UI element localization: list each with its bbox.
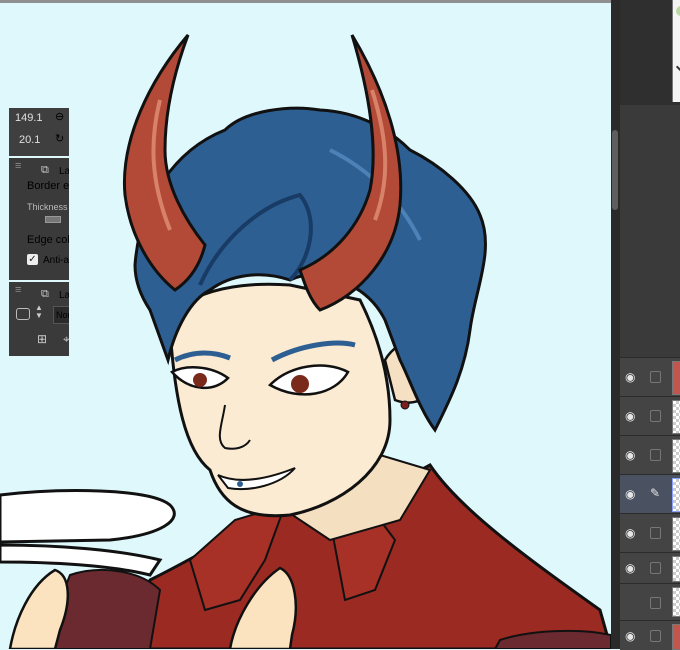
layer-row[interactable]: ◉ xyxy=(620,435,680,474)
artwork xyxy=(0,34,611,649)
pen-icon: ✎ xyxy=(650,486,661,500)
layer-thumbnail xyxy=(672,624,680,650)
lock-icon[interactable] xyxy=(650,562,661,574)
layer-row[interactable]: ◉ xyxy=(620,552,680,583)
panel-scrollbar[interactable] xyxy=(611,0,620,649)
panel-scrollbar-thumb[interactable] xyxy=(612,130,618,210)
pin-icon[interactable]: ⌖ xyxy=(63,332,69,347)
layers-icon: ⧉ xyxy=(41,288,49,300)
preview-sketch xyxy=(676,6,680,16)
layer-property-title: La xyxy=(59,166,69,177)
layer-row[interactable]: ◉ xyxy=(620,513,680,552)
lock-icon[interactable] xyxy=(650,449,661,461)
chevron-down-icon xyxy=(675,59,680,75)
earring xyxy=(400,400,410,410)
eye-icon[interactable]: ◉ xyxy=(625,487,639,501)
grip-icon[interactable]: ≡ xyxy=(15,161,25,172)
rotate-icon[interactable]: ↻ xyxy=(55,132,64,145)
anti-alias-checkbox[interactable]: ✓ xyxy=(27,254,38,265)
eye-icon[interactable]: ◉ xyxy=(625,629,639,643)
layers-panel-header: ≡ ⧉ La ▲▼ Norm ⊞ ⌖ xyxy=(9,282,69,356)
eye-icon[interactable]: ◉ xyxy=(625,561,639,575)
brush-controls: 149.1 ⊖ 20.1 ↻ xyxy=(9,108,69,156)
layer-thumbnail xyxy=(672,587,680,617)
blend-stepper[interactable]: ▲ ▼ xyxy=(35,304,43,320)
layer-row[interactable]: ◉ xyxy=(620,357,680,396)
layer-row-selected[interactable]: ◉ ✎ xyxy=(620,474,680,513)
lip-piercing xyxy=(237,481,243,487)
lock-icon[interactable] xyxy=(650,371,661,383)
layer-thumbnail xyxy=(672,478,680,512)
layer-row[interactable]: ◉ xyxy=(620,396,680,435)
drawing-canvas[interactable] xyxy=(0,0,611,649)
left-hand xyxy=(8,568,70,649)
border-effect-label: Border ef xyxy=(27,180,69,192)
blend-mode-select[interactable]: Norm xyxy=(53,306,69,324)
layer-thumbnail xyxy=(672,517,680,551)
layer-thumbnail xyxy=(672,361,680,395)
thickness-label: Thickness o xyxy=(27,202,69,212)
navigator-panel xyxy=(620,0,680,105)
layer-thumbnail xyxy=(672,556,680,582)
eye-icon[interactable]: ◉ xyxy=(625,526,639,540)
layer-color-icon[interactable] xyxy=(16,308,30,320)
eye-icon[interactable]: ◉ xyxy=(625,448,639,462)
speech-bubble xyxy=(0,489,176,544)
edge-color-label: Edge colo xyxy=(27,234,69,246)
lock-icon[interactable] xyxy=(650,597,661,609)
navigator-preview[interactable] xyxy=(672,0,680,102)
layers-title: La xyxy=(59,290,69,301)
gear-icon[interactable]: ⊖ xyxy=(55,110,64,123)
layer-property-panel: ≡ ⧉ La Border ef Thickness o Edge colo ✓… xyxy=(9,158,69,280)
lock-icon[interactable] xyxy=(650,527,661,539)
layer-thumbnail xyxy=(672,400,680,434)
layer-row[interactable] xyxy=(620,583,680,620)
speech-bubble-lower xyxy=(0,543,163,577)
anti-alias-label: Anti-al xyxy=(43,255,69,266)
brush-opacity-value[interactable]: 20.1 xyxy=(19,134,40,146)
eye-icon[interactable]: ◉ xyxy=(625,409,639,423)
lock-icon[interactable] xyxy=(650,630,661,642)
thickness-slider[interactable] xyxy=(45,216,61,223)
grip-icon[interactable]: ≡ xyxy=(15,285,25,296)
eye-icon[interactable]: ◉ xyxy=(625,370,639,384)
lock-icon[interactable] xyxy=(650,410,661,422)
layer-icon: ⧉ xyxy=(41,164,49,176)
layer-row[interactable]: ◉ xyxy=(620,620,680,650)
face xyxy=(168,282,392,518)
new-layer-icon[interactable]: ⊞ xyxy=(37,332,47,346)
layer-thumbnail xyxy=(672,439,680,473)
brush-size-value[interactable]: 149.1 xyxy=(15,112,43,124)
